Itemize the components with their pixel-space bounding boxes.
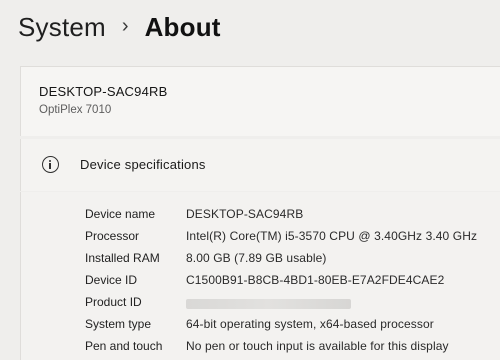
device-name-card: DESKTOP-SAC94RB OptiPlex 7010	[20, 66, 500, 136]
spec-row-product-id: Product ID	[85, 295, 485, 315]
device-specifications-title: Device specifications	[80, 157, 206, 172]
spec-value: C1500B91-B8CB-4BD1-80EB-E7A2FDE4CAE2	[186, 273, 445, 287]
breadcrumb-system-link[interactable]: System	[18, 12, 106, 43]
device-model-text: OptiPlex 7010	[39, 104, 112, 116]
device-specifications-list: Device name DESKTOP-SAC94RB Processor In…	[20, 192, 500, 360]
spec-value: Intel(R) Core(TM) i5-3570 CPU @ 3.40GHz …	[186, 229, 478, 243]
device-specifications-header[interactable]: Device specifications	[20, 139, 500, 191]
spec-row-system-type: System type 64-bit operating system, x64…	[85, 317, 485, 337]
spec-label: Processor	[85, 229, 140, 243]
spec-row-device-name: Device name DESKTOP-SAC94RB	[85, 207, 485, 227]
spec-row-device-id: Device ID C1500B91-B8CB-4BD1-80EB-E7A2FD…	[85, 273, 485, 293]
breadcrumb: System › About	[18, 12, 221, 43]
spec-value: 64-bit operating system, x64-based proce…	[186, 317, 434, 331]
spec-label: System type	[85, 317, 152, 331]
spec-value: 8.00 GB (7.89 GB usable)	[186, 251, 327, 265]
spec-value: No pen or touch input is available for t…	[186, 339, 449, 353]
spec-label: Product ID	[85, 295, 142, 309]
spec-label: Installed RAM	[85, 251, 160, 265]
redacted-value	[186, 299, 351, 309]
spec-label: Pen and touch	[85, 339, 163, 353]
spec-label: Device ID	[85, 273, 138, 287]
device-name-heading: DESKTOP-SAC94RB	[39, 84, 168, 99]
chevron-right-icon: ›	[121, 15, 129, 37]
spec-row-installed-ram: Installed RAM 8.00 GB (7.89 GB usable)	[85, 251, 485, 271]
info-icon	[42, 156, 59, 173]
spec-label: Device name	[85, 207, 156, 221]
spec-row-pen-and-touch: Pen and touch No pen or touch input is a…	[85, 339, 485, 359]
spec-row-processor: Processor Intel(R) Core(TM) i5-3570 CPU …	[85, 229, 485, 249]
page-title: About	[144, 12, 221, 42]
spec-value: DESKTOP-SAC94RB	[186, 207, 304, 221]
